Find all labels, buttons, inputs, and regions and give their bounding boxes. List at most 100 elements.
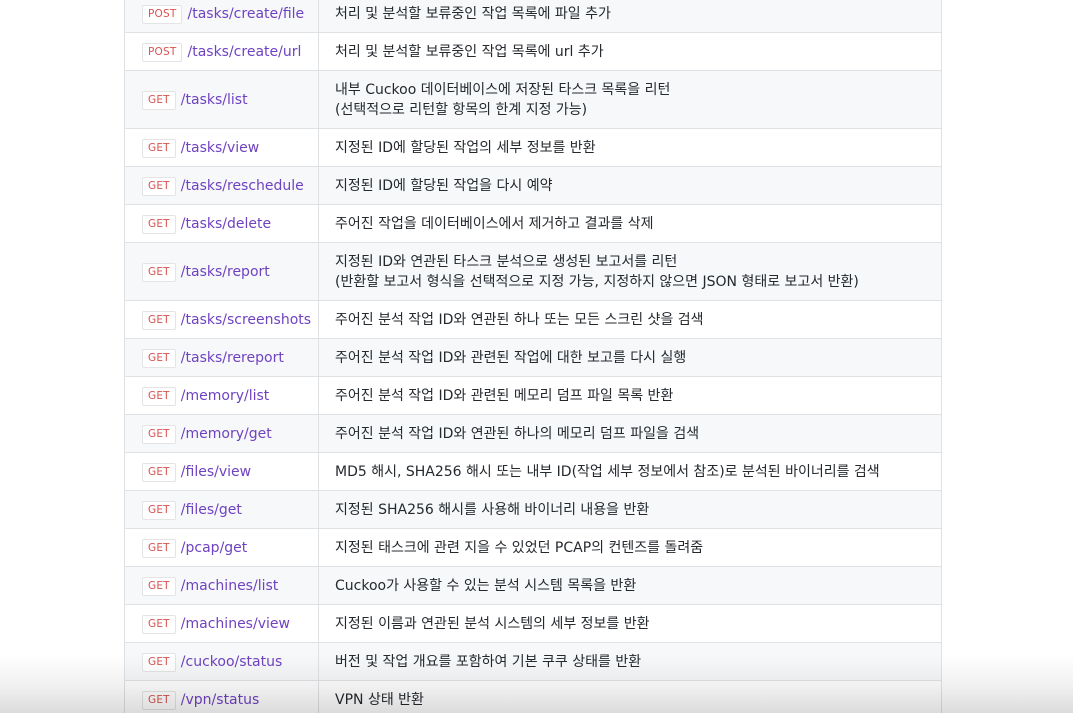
description-text: 지정된 태스크에 관련 지을 수 있었던 PCAP의 컨텐즈를 돌려줌 [335,539,704,556]
endpoint-path: /tasks/create/file [187,6,305,22]
http-method-badge: GET [142,348,176,368]
endpoint-cell: GET/machines/view [124,604,319,643]
http-method-badge: POST [142,42,183,62]
api-endpoint-row: GET/files/get 지정된 SHA256 해시를 사용해 바이너리 내용을… [124,490,942,529]
endpoint-cell: GET/tasks/view [124,128,319,167]
description-text: 처리 및 분석할 보류중인 작업 목록에 파일 추가 [335,5,611,22]
api-endpoint-table-body: POST/tasks/create/file 처리 및 분석할 보류중인 작업 목… [124,0,942,713]
endpoint-cell: GET/memory/list [124,376,319,415]
api-endpoint-row: GET/tasks/list 내부 Cuckoo 데이터베이스에 저장된 타스크 … [124,70,942,129]
description-cell: 지정된 ID와 연관된 타스크 분석으로 생성된 보고서를 리턴 (반환할 보고서… [318,242,942,301]
endpoint-path: /tasks/report [180,264,270,280]
api-endpoint-row: GET/files/view MD5 해시, SHA256 해시 또는 내부 ID… [124,452,942,491]
endpoint-path: /tasks/create/url [187,44,302,60]
description-text: MD5 해시, SHA256 해시 또는 내부 ID(작업 세부 정보에서 참조… [335,463,880,480]
http-method-badge: GET [142,652,176,672]
description-text: 지정된 SHA256 해시를 사용해 바이너리 내용을 반환 [335,501,650,518]
http-method-badge: POST [142,4,183,24]
description-text: 주어진 분석 작업 ID와 관련된 메모리 덤프 파일 목록 반환 [335,387,674,404]
description-cell: 주어진 분석 작업 ID와 관련된 메모리 덤프 파일 목록 반환 [318,376,942,415]
api-endpoint-table: POST/tasks/create/file 처리 및 분석할 보류중인 작업 목… [124,0,942,713]
endpoint-cell: GET/tasks/rereport [124,338,319,377]
endpoint-cell: GET/vpn/status [124,680,319,713]
api-endpoint-row: GET/machines/view 지정된 이름과 연관된 분석 시스템의 세부 … [124,604,942,643]
description-cell: 지정된 ID에 할당된 작업의 세부 정보를 반환 [318,128,942,167]
endpoint-path: /machines/view [180,616,290,632]
api-endpoint-row: GET/tasks/screenshots 주어진 분석 작업 ID와 연관된 하… [124,300,942,339]
endpoint-path: /files/get [180,502,242,518]
description-cell: 버전 및 작업 개요를 포함하여 기본 쿠쿠 상태를 반환 [318,642,942,681]
endpoint-cell: GET/cuckoo/status [124,642,319,681]
description-text: 주어진 분석 작업 ID와 연관된 하나 또는 모든 스크린 샷을 검색 [335,311,704,328]
http-method-badge: GET [142,462,176,482]
endpoint-path: /tasks/rereport [180,350,284,366]
description-cell: MD5 해시, SHA256 해시 또는 내부 ID(작업 세부 정보에서 참조… [318,452,942,491]
description-cell: 주어진 분석 작업 ID와 연관된 하나 또는 모든 스크린 샷을 검색 [318,300,942,339]
http-method-badge: GET [142,262,176,282]
endpoint-path: /tasks/view [180,140,260,156]
description-cell: 처리 및 분석할 보류중인 작업 목록에 파일 추가 [318,0,942,33]
endpoint-path: /memory/get [180,426,272,442]
description-cell: 내부 Cuckoo 데이터베이스에 저장된 타스크 목록을 리턴 (선택적으로 리… [318,70,942,129]
description-text: 주어진 분석 작업 ID와 관련된 작업에 대한 보고를 다시 실행 [335,349,687,366]
description-text: (선택적으로 리턴할 항목의 한계 지정 가능) [335,101,588,118]
api-endpoint-row: GET/tasks/delete 주어진 작업을 데이터베이스에서 제거하고 결과… [124,204,942,243]
description-text: 주어진 분석 작업 ID와 연관된 하나의 메모리 덤프 파일을 검색 [335,425,700,442]
description-text: 버전 및 작업 개요를 포함하여 기본 쿠쿠 상태를 반환 [335,653,642,670]
api-endpoint-row: POST/tasks/create/url 처리 및 분석할 보류중인 작업 목록… [124,32,942,71]
description-cell: 지정된 이름과 연관된 분석 시스템의 세부 정보를 반환 [318,604,942,643]
http-method-badge: GET [142,424,176,444]
endpoint-cell: GET/tasks/screenshots [124,300,319,339]
description-text: 지정된 ID에 할당된 작업의 세부 정보를 반환 [335,139,596,156]
endpoint-cell: GET/tasks/reschedule [124,166,319,205]
description-cell: VPN 상태 반환 [318,680,942,713]
description-text: 지정된 ID와 연관된 타스크 분석으로 생성된 보고서를 리턴 [335,253,678,270]
endpoint-cell: GET/files/view [124,452,319,491]
endpoint-cell: GET/machines/list [124,566,319,605]
endpoint-path: /vpn/status [180,692,260,708]
description-text: Cuckoo가 사용할 수 있는 분석 시스템 목록을 반환 [335,577,637,594]
description-cell: 지정된 태스크에 관련 지을 수 있었던 PCAP의 컨텐즈를 돌려줌 [318,528,942,567]
description-text: 주어진 작업을 데이터베이스에서 제거하고 결과를 삭제 [335,215,654,232]
api-endpoint-row: GET/tasks/view 지정된 ID에 할당된 작업의 세부 정보를 반환 [124,128,942,167]
description-cell: 주어진 분석 작업 ID와 연관된 하나의 메모리 덤프 파일을 검색 [318,414,942,453]
description-cell: 처리 및 분석할 보류중인 작업 목록에 url 추가 [318,32,942,71]
endpoint-path: /tasks/list [180,92,248,108]
api-endpoint-row: GET/vpn/status VPN 상태 반환 [124,680,942,713]
endpoint-cell: GET/files/get [124,490,319,529]
http-method-badge: GET [142,690,176,710]
description-text: (반환할 보고서 형식을 선택적으로 지정 가능, 지정하지 않으면 JSON … [335,273,859,290]
endpoint-path: /tasks/reschedule [180,178,304,194]
http-method-badge: GET [142,614,176,634]
page: POST/tasks/create/file 처리 및 분석할 보류중인 작업 목… [0,0,1073,713]
description-cell: 지정된 ID에 할당된 작업을 다시 예약 [318,166,942,205]
endpoint-cell: GET/pcap/get [124,528,319,567]
endpoint-path: /cuckoo/status [180,654,283,670]
http-method-badge: GET [142,310,176,330]
http-method-badge: GET [142,90,176,110]
endpoint-path: /tasks/delete [180,216,272,232]
http-method-badge: GET [142,176,176,196]
http-method-badge: GET [142,576,176,596]
endpoint-cell: GET/tasks/delete [124,204,319,243]
endpoint-cell: GET/tasks/list [124,70,319,129]
endpoint-cell: GET/tasks/report [124,242,319,301]
api-endpoint-row: POST/tasks/create/file 처리 및 분석할 보류중인 작업 목… [124,0,942,33]
endpoint-path: /tasks/screenshots [180,312,312,328]
description-text: VPN 상태 반환 [335,691,424,708]
endpoint-cell: POST/tasks/create/file [124,0,319,33]
api-endpoint-row: GET/memory/list 주어진 분석 작업 ID와 관련된 메모리 덤프 … [124,376,942,415]
description-cell: 지정된 SHA256 해시를 사용해 바이너리 내용을 반환 [318,490,942,529]
api-endpoint-row: GET/tasks/rereport 주어진 분석 작업 ID와 관련된 작업에 … [124,338,942,377]
endpoint-path: /memory/list [180,388,270,404]
description-cell: 주어진 작업을 데이터베이스에서 제거하고 결과를 삭제 [318,204,942,243]
endpoint-cell: POST/tasks/create/url [124,32,319,71]
http-method-badge: GET [142,386,176,406]
api-endpoint-row: GET/cuckoo/status 버전 및 작업 개요를 포함하여 기본 쿠쿠 … [124,642,942,681]
api-endpoint-row: GET/machines/list Cuckoo가 사용할 수 있는 분석 시스템… [124,566,942,605]
endpoint-path: /pcap/get [180,540,248,556]
endpoint-cell: GET/memory/get [124,414,319,453]
http-method-badge: GET [142,214,176,234]
description-text: 내부 Cuckoo 데이터베이스에 저장된 타스크 목록을 리턴 [335,81,671,98]
description-text: 지정된 ID에 할당된 작업을 다시 예약 [335,177,553,194]
